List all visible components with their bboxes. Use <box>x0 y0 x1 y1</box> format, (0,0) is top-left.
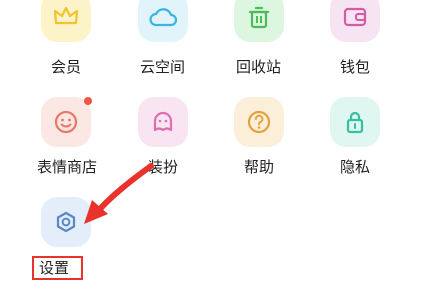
sticker-store-tile[interactable] <box>41 97 91 147</box>
sticker-store-label: 表情商店 <box>37 158 98 176</box>
dress-up-tile[interactable] <box>138 97 188 147</box>
privacy-label: 隐私 <box>340 158 371 176</box>
crown-icon <box>53 6 79 25</box>
wallet-label: 钱包 <box>340 58 371 76</box>
dress-up-label: 装扮 <box>148 158 179 176</box>
settings-label: 设置 <box>39 259 70 277</box>
vip-label: 会员 <box>51 58 82 76</box>
cloud-space-label: 云空间 <box>140 58 186 76</box>
wallet-icon <box>343 7 367 27</box>
recycle-bin-label: 回收站 <box>236 58 282 76</box>
help-icon <box>247 110 271 134</box>
trash-icon <box>248 6 270 29</box>
wallet-tile[interactable] <box>330 0 380 42</box>
ghost-icon <box>153 111 173 132</box>
privacy-tile[interactable] <box>330 97 380 147</box>
gear-icon <box>56 211 76 233</box>
lock-icon <box>346 111 364 134</box>
cloud-space-tile[interactable] <box>138 0 188 42</box>
vip-tile[interactable] <box>41 0 91 42</box>
help-tile[interactable] <box>234 97 284 147</box>
notification-badge <box>84 97 92 105</box>
cloud-icon <box>149 8 178 27</box>
settings-tile[interactable] <box>41 197 91 247</box>
recycle-bin-tile[interactable] <box>234 0 284 42</box>
smiley-icon <box>54 110 78 134</box>
help-label: 帮助 <box>244 158 275 176</box>
